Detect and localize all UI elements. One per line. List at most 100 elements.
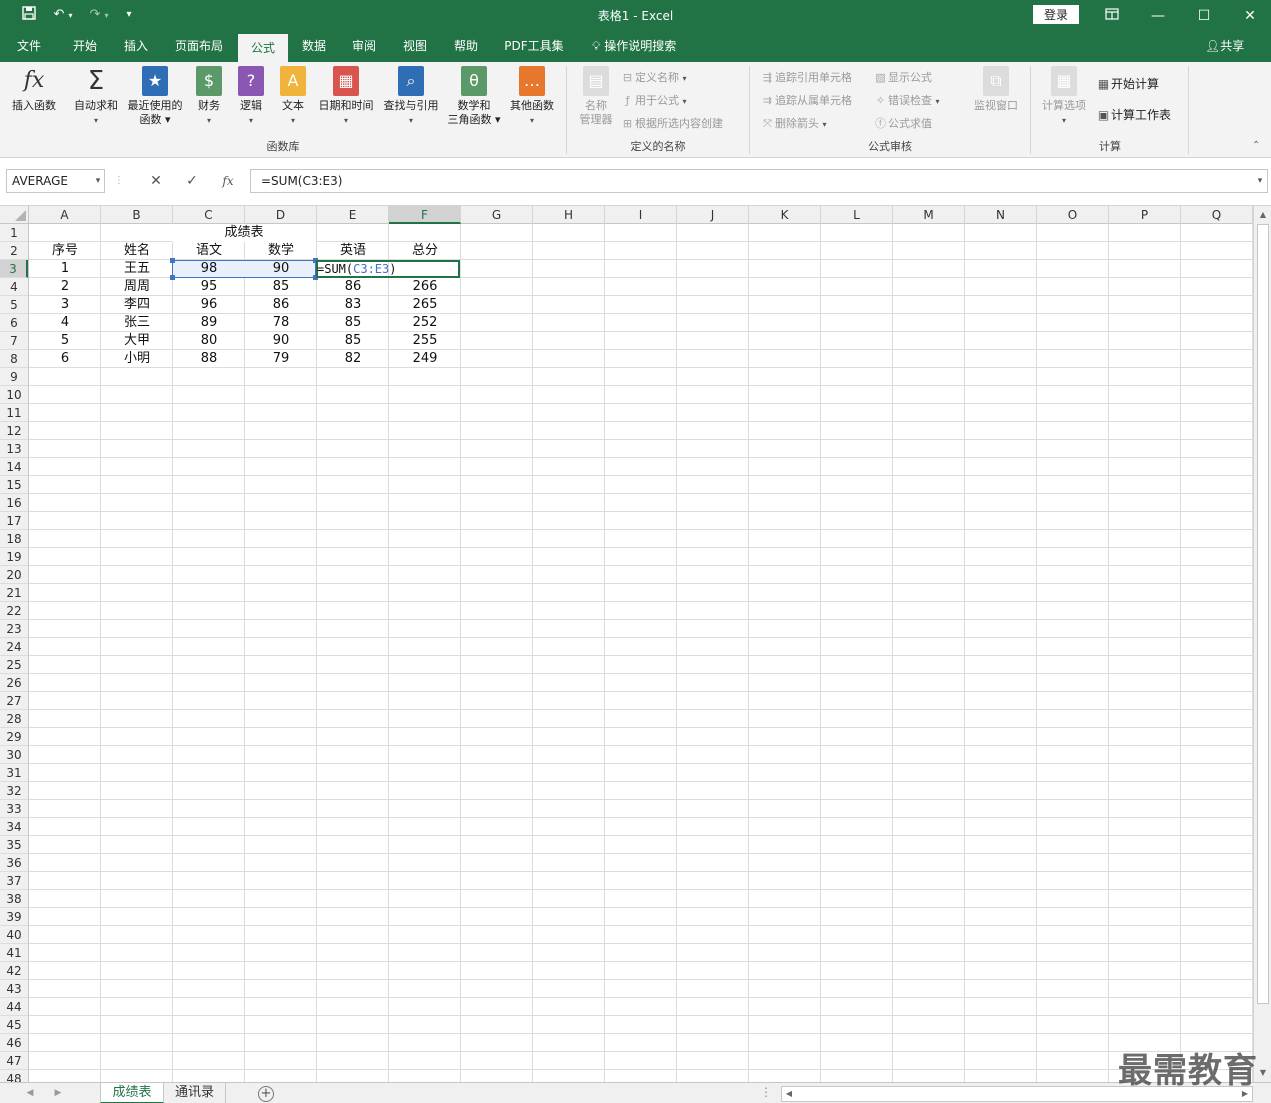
row-header-29[interactable]: 29 (0, 728, 28, 746)
cell-c2[interactable]: 语文 (173, 242, 245, 260)
financial-button[interactable]: $ 财务 ▾ (190, 66, 228, 128)
cell-b3[interactable]: 王五 (101, 260, 173, 278)
row-header-26[interactable]: 26 (0, 674, 28, 692)
cell-a7[interactable]: 5 (29, 332, 101, 350)
cell-f4[interactable]: 266 (389, 278, 461, 296)
cell-f2[interactable]: 总分 (389, 242, 461, 260)
row-header-7[interactable]: 7 (0, 332, 28, 350)
row-header-27[interactable]: 27 (0, 692, 28, 710)
row-header-24[interactable]: 24 (0, 638, 28, 656)
maximize-icon[interactable]: ☐ (1181, 0, 1227, 31)
column-header-f[interactable]: F (389, 206, 461, 224)
row-header-20[interactable]: 20 (0, 566, 28, 584)
cell-a2[interactable]: 序号 (29, 242, 101, 260)
tab-pdf-tools[interactable]: PDF工具集 (498, 31, 570, 62)
next-sheet-icon[interactable]: ▶ (50, 1085, 66, 1101)
row-header-16[interactable]: 16 (0, 494, 28, 512)
cell-b5[interactable]: 李四 (101, 296, 173, 314)
row-header-33[interactable]: 33 (0, 800, 28, 818)
tab-view[interactable]: 视图 (392, 31, 438, 62)
use-in-formula-button[interactable]: ƒ 用于公式 ▾ (620, 93, 687, 110)
column-header-k[interactable]: K (749, 206, 821, 224)
tab-formulas[interactable]: 公式 (238, 34, 288, 62)
column-header-j[interactable]: J (677, 206, 749, 224)
column-header-q[interactable]: Q (1181, 206, 1253, 224)
ribbon-display-icon[interactable] (1089, 0, 1135, 31)
row-header-10[interactable]: 10 (0, 386, 28, 404)
scroll-left-icon[interactable]: ◀ (782, 1087, 796, 1101)
row-header-37[interactable]: 37 (0, 872, 28, 890)
login-button[interactable]: 登录 (1033, 5, 1079, 24)
row-header-48[interactable]: 48 (0, 1070, 28, 1082)
autosum-button[interactable]: Σ 自动求和 ▾ (68, 66, 124, 128)
scroll-up-icon[interactable]: ▲ (1254, 206, 1271, 224)
tell-me-search[interactable]: 💡︎ 操作说明搜索 (592, 31, 676, 62)
sheet-tab-contacts[interactable]: 通讯录 (164, 1083, 226, 1103)
column-header-i[interactable]: I (605, 206, 677, 224)
sheet-title-cell[interactable]: 成绩表 (172, 224, 316, 242)
create-from-selection-button[interactable]: ⊞ 根据所选内容创建 (620, 116, 723, 132)
vertical-scroll-thumb[interactable] (1257, 224, 1269, 1004)
tab-page-layout[interactable]: 页面布局 (166, 31, 232, 62)
logical-button[interactable]: ? 逻辑 ▾ (232, 66, 270, 128)
trace-precedents-button[interactable]: ⇶ 追踪引用单元格 (760, 70, 852, 86)
row-header-45[interactable]: 45 (0, 1016, 28, 1034)
row-header-43[interactable]: 43 (0, 980, 28, 998)
cell-d8[interactable]: 79 (245, 350, 317, 368)
minimize-icon[interactable]: — (1135, 0, 1181, 31)
tab-insert[interactable]: 插入 (113, 31, 159, 62)
cell-e5[interactable]: 83 (317, 296, 389, 314)
row-header-36[interactable]: 36 (0, 854, 28, 872)
row-header-40[interactable]: 40 (0, 926, 28, 944)
column-header-e[interactable]: E (317, 206, 389, 224)
row-header-14[interactable]: 14 (0, 458, 28, 476)
row-header-44[interactable]: 44 (0, 998, 28, 1016)
cell-b6[interactable]: 张三 (101, 314, 173, 332)
calculation-options-button[interactable]: ▦ 计算选项 ▾ (1036, 66, 1092, 128)
show-formulas-button[interactable]: ▧ 显示公式 (873, 70, 932, 86)
column-header-o[interactable]: O (1037, 206, 1109, 224)
cell-e4[interactable]: 86 (317, 278, 389, 296)
cell-a4[interactable]: 2 (29, 278, 101, 296)
cancel-icon[interactable]: ✕ (144, 169, 168, 193)
define-name-button[interactable]: ⊟ 定义名称 ▾ (620, 70, 687, 87)
recently-used-button[interactable]: ★ 最近使用的 函数 ▾ (124, 66, 186, 127)
column-header-d[interactable]: D (245, 206, 317, 224)
column-header-b[interactable]: B (101, 206, 173, 224)
cell-d4[interactable]: 85 (245, 278, 317, 296)
row-header-30[interactable]: 30 (0, 746, 28, 764)
watch-window-button[interactable]: ⧉ 监视窗口 (968, 66, 1024, 113)
cell-b4[interactable]: 周周 (101, 278, 173, 296)
row-header-3[interactable]: 3 (0, 260, 28, 278)
editing-formula-cell[interactable]: =SUM(C3:E3) (317, 261, 396, 277)
insert-function-button[interactable]: fx 插入函数 (6, 66, 62, 113)
cell-e6[interactable]: 85 (317, 314, 389, 332)
more-functions-button[interactable]: … 其他函数 ▾ (506, 66, 558, 128)
cell-d5[interactable]: 86 (245, 296, 317, 314)
lookup-reference-button[interactable]: ⌕ 查找与引用 ▾ (380, 66, 442, 128)
column-header-g[interactable]: G (461, 206, 533, 224)
row-header-8[interactable]: 8 (0, 350, 28, 368)
row-header-5[interactable]: 5 (0, 296, 28, 314)
sheet-tab-scores[interactable]: 成绩表 (100, 1083, 164, 1103)
cell-f8[interactable]: 249 (389, 350, 461, 368)
collapse-ribbon-icon[interactable]: ⌃ (1252, 140, 1260, 151)
row-header-15[interactable]: 15 (0, 476, 28, 494)
tab-review[interactable]: 审阅 (341, 31, 387, 62)
column-header-h[interactable]: H (533, 206, 605, 224)
cell-d2[interactable]: 数学 (245, 242, 317, 260)
select-all-corner[interactable] (0, 206, 29, 224)
formula-input[interactable]: =SUM(C3:E3) (250, 169, 1268, 193)
expand-formula-bar-icon[interactable]: ▾ (1253, 169, 1267, 193)
row-header-6[interactable]: 6 (0, 314, 28, 332)
cell-d7[interactable]: 90 (245, 332, 317, 350)
row-header-1[interactable]: 1 (0, 224, 28, 242)
cell-e8[interactable]: 82 (317, 350, 389, 368)
row-header-34[interactable]: 34 (0, 818, 28, 836)
cell-b2[interactable]: 姓名 (101, 242, 173, 260)
calculate-now-button[interactable]: ▦ 开始计算 (1096, 76, 1159, 92)
error-checking-button[interactable]: ✧ 错误检查 ▾ (873, 93, 940, 110)
row-header-21[interactable]: 21 (0, 584, 28, 602)
row-header-35[interactable]: 35 (0, 836, 28, 854)
prev-sheet-icon[interactable]: ◀ (22, 1085, 38, 1101)
